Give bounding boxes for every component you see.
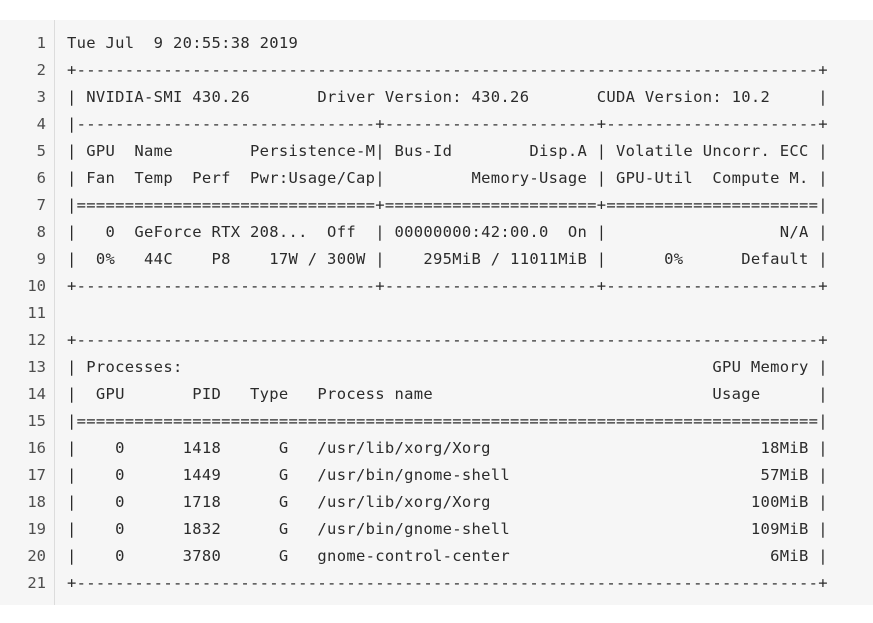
line-text: | GPU PID Type Process name Usage | [67, 385, 828, 403]
line-number: 17 [27, 466, 46, 484]
code-line: 14 | GPU PID Type Process name Usage | [0, 381, 873, 408]
line-text: | 0% 44C P8 17W / 300W | 295MiB / 11011M… [67, 250, 828, 268]
line-number: 9 [36, 250, 46, 268]
code-line: 7 |===============================+======… [0, 192, 873, 219]
code-line: 13 | Processes: GPU Memory | [0, 354, 873, 381]
line-number: 1 [36, 34, 46, 52]
code-line: 3 | NVIDIA-SMI 430.26 Driver Version: 430… [0, 84, 873, 111]
line-number: 19 [27, 520, 46, 538]
line-text: +---------------------------------------… [67, 331, 828, 349]
code-line: 20 | 0 3780 G gnome-control-center 6MiB | [0, 543, 873, 570]
line-text: | Fan Temp Perf Pwr:Usage/Cap| Memory-Us… [67, 169, 828, 187]
line-number: 10 [27, 277, 46, 295]
code-line: 11 [0, 300, 873, 327]
line-text: +---------------------------------------… [67, 574, 828, 592]
line-number: 16 [27, 439, 46, 457]
code-line: 2 +--------------------------------------… [0, 57, 873, 84]
line-number: 20 [27, 547, 46, 565]
line-text: |===============================+=======… [67, 196, 828, 214]
line-text: |=======================================… [67, 412, 828, 430]
line-text: |-------------------------------+-------… [67, 115, 828, 133]
line-text: +---------------------------------------… [67, 61, 828, 79]
code-line: 21 +-------------------------------------… [0, 570, 873, 597]
code-line: 1 Tue Jul 9 20:55:38 2019 [0, 30, 873, 57]
code-line: 16 | 0 1418 G /usr/lib/xorg/Xorg 18MiB | [0, 435, 873, 462]
code-line: 5 | GPU Name Persistence-M| Bus-Id Disp.A… [0, 138, 873, 165]
code-line: 18 | 0 1718 G /usr/lib/xorg/Xorg 100MiB | [0, 489, 873, 516]
line-number: 14 [27, 385, 46, 403]
line-number: 3 [36, 88, 46, 106]
line-text: | Processes: GPU Memory | [67, 358, 828, 376]
line-text: Tue Jul 9 20:55:38 2019 [67, 34, 299, 52]
line-number: 7 [36, 196, 46, 214]
line-text: | 0 GeForce RTX 208... Off | 00000000:42… [67, 223, 828, 241]
line-number: 11 [27, 304, 46, 322]
line-number: 13 [27, 358, 46, 376]
line-number: 12 [27, 331, 46, 349]
code-line: 12 +-------------------------------------… [0, 327, 873, 354]
line-text: | 0 1418 G /usr/lib/xorg/Xorg 18MiB | [67, 439, 828, 457]
line-text: | 0 1718 G /usr/lib/xorg/Xorg 100MiB | [67, 493, 828, 511]
line-text: | 0 1449 G /usr/bin/gnome-shell 57MiB | [67, 466, 828, 484]
line-number: 4 [36, 115, 46, 133]
line-text: | GPU Name Persistence-M| Bus-Id Disp.A … [67, 142, 828, 160]
code-line: 17 | 0 1449 G /usr/bin/gnome-shell 57MiB … [0, 462, 873, 489]
line-text: | 0 1832 G /usr/bin/gnome-shell 109MiB | [67, 520, 828, 538]
line-text: | NVIDIA-SMI 430.26 Driver Version: 430.… [67, 88, 828, 106]
line-number: 15 [27, 412, 46, 430]
code-line: 4 |-------------------------------+------… [0, 111, 873, 138]
code-line: 6 | Fan Temp Perf Pwr:Usage/Cap| Memory-U… [0, 165, 873, 192]
line-text: | 0 3780 G gnome-control-center 6MiB | [67, 547, 828, 565]
code-line: 8 | 0 GeForce RTX 208... Off | 00000000:4… [0, 219, 873, 246]
line-number: 21 [27, 574, 46, 592]
line-number: 6 [36, 169, 46, 187]
code-block: 1 Tue Jul 9 20:55:38 2019 2 +--------------… [0, 20, 873, 605]
line-number: 2 [36, 61, 46, 79]
code-line: 10 +-------------------------------+-----… [0, 273, 873, 300]
line-text: +-------------------------------+-------… [67, 277, 828, 295]
code-line: 9 | 0% 44C P8 17W / 300W | 295MiB / 11011… [0, 246, 873, 273]
code-line: 19 | 0 1832 G /usr/bin/gnome-shell 109MiB… [0, 516, 873, 543]
line-number: 18 [27, 493, 46, 511]
line-number: 5 [36, 142, 46, 160]
line-number: 8 [36, 223, 46, 241]
code-line: 15 |=====================================… [0, 408, 873, 435]
